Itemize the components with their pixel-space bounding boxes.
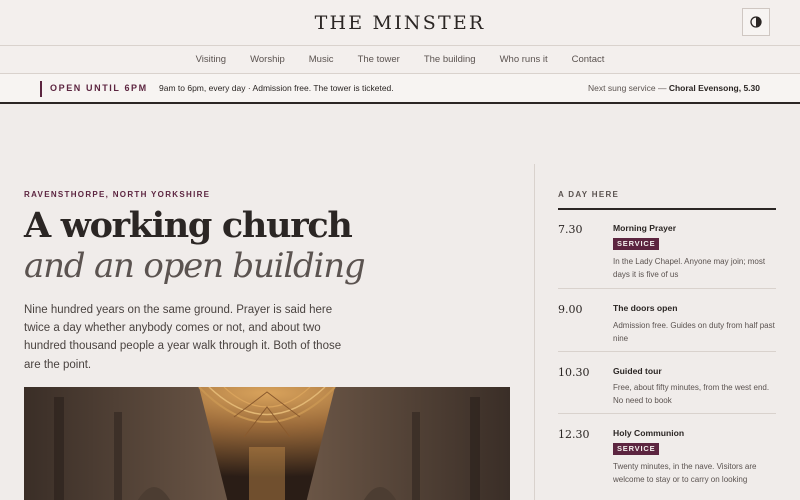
schedule-entry: 9.00 The doors open Admission free. Guid… bbox=[558, 289, 776, 352]
nave-photo bbox=[24, 387, 510, 500]
entry-description: Twenty minutes, in the nave. Visitors ar… bbox=[613, 462, 757, 484]
schedule-entry: 12.30 Holy Communion SERVICE Twenty minu… bbox=[558, 414, 776, 500]
nav-visiting[interactable]: Visiting bbox=[196, 54, 226, 65]
schedule-entry: 7.30 Morning Prayer SERVICE In the Lady … bbox=[558, 209, 776, 289]
entry-time: 7.30 bbox=[558, 223, 583, 236]
hero-intro: Nine hundred years on the same ground. P… bbox=[24, 304, 342, 371]
hero-heading-line1: A working church bbox=[24, 205, 353, 246]
open-status: OPEN UNTIL 6PM bbox=[50, 83, 148, 93]
theme-toggle-button[interactable] bbox=[742, 8, 770, 36]
next-service-prefix: Next sung service — bbox=[588, 83, 667, 93]
nav-who-runs-it[interactable]: Who runs it bbox=[500, 54, 548, 65]
nav-contact[interactable]: Contact bbox=[572, 54, 605, 65]
nav-the-tower[interactable]: The tower bbox=[358, 54, 400, 65]
site-title[interactable]: THE MINSTER bbox=[0, 12, 800, 34]
entry-time: 9.00 bbox=[558, 303, 583, 316]
entry-time: 12.30 bbox=[558, 428, 590, 441]
nav-worship[interactable]: Worship bbox=[250, 54, 285, 65]
main-content: RAVENSTHORPE, NORTH YORKSHIRE A working … bbox=[0, 104, 800, 500]
schedule-heading: A DAY HERE bbox=[558, 190, 620, 199]
service-badge: SERVICE bbox=[613, 238, 660, 250]
entry-description: Admission free. Guides on duty from half… bbox=[613, 321, 775, 343]
entry-title[interactable]: Guided tour bbox=[613, 366, 662, 376]
service-badge: SERVICE bbox=[613, 443, 660, 455]
hero-heading-line2: and an open building bbox=[24, 246, 366, 286]
opening-hours-text: 9am to 6pm, every day · Admission free. … bbox=[159, 83, 394, 93]
entry-description: In the Lady Chapel. Anyone may join; mos… bbox=[613, 257, 766, 279]
entry-title[interactable]: Holy Communion bbox=[613, 428, 684, 438]
schedule-entry: 10.30 Guided tour Free, about fifty minu… bbox=[558, 352, 776, 414]
main-nav: Visiting Worship Music The tower The bui… bbox=[0, 46, 800, 74]
site-header: THE MINSTER bbox=[0, 0, 800, 46]
notice-accent-bar bbox=[40, 81, 42, 97]
entry-time: 10.30 bbox=[558, 366, 590, 379]
contrast-icon bbox=[750, 16, 762, 28]
opening-notice-bar: OPEN UNTIL 6PM 9am to 6pm, every day · A… bbox=[0, 74, 800, 104]
entry-title[interactable]: Morning Prayer bbox=[613, 223, 676, 233]
entry-description: Free, about fifty minutes, from the west… bbox=[613, 383, 770, 405]
nav-music[interactable]: Music bbox=[309, 54, 334, 65]
next-service-name: Choral Evensong, 5.30 bbox=[668, 83, 760, 93]
column-divider bbox=[534, 164, 535, 500]
next-service-text: Next sung service — Choral Evensong, 5.3… bbox=[588, 83, 760, 93]
entry-title[interactable]: The doors open bbox=[613, 303, 677, 313]
location-eyebrow: RAVENSTHORPE, NORTH YORKSHIRE bbox=[24, 190, 211, 199]
nav-the-building[interactable]: The building bbox=[424, 54, 476, 65]
